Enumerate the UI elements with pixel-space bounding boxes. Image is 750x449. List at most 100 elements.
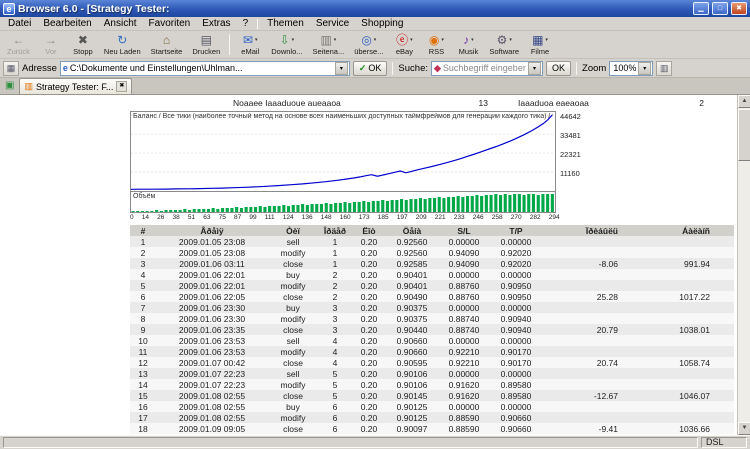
- table-row: 32009.01.06 03:11close10.200.925850.9409…: [130, 258, 734, 269]
- menu-item-service[interactable]: Service: [310, 17, 355, 31]
- table-cell: 0.90660: [490, 423, 542, 434]
- table-cell: 0.90950: [490, 280, 542, 291]
- table-cell: 2009.01.09 09:05: [156, 423, 268, 434]
- scroll-down-button[interactable]: ▼: [738, 422, 750, 435]
- dropdown-arrow-icon[interactable]: ▾: [410, 37, 413, 43]
- dropdown-arrow-icon[interactable]: ▾: [441, 37, 444, 43]
- table-cell: [712, 368, 734, 379]
- close-button[interactable]: ✖: [731, 2, 747, 15]
- zoom-dropdown-arrow[interactable]: ▾: [638, 62, 651, 75]
- table-cell: close: [268, 357, 318, 368]
- table-cell: 2009.01.06 23:30: [156, 313, 268, 324]
- pages-button[interactable]: ▦: [3, 61, 19, 76]
- scrollbar-thumb[interactable]: [738, 109, 750, 161]
- toolbar-button-neu-laden[interactable]: ↻Neu Laden: [99, 32, 146, 57]
- row-number-cell: 17: [130, 412, 156, 423]
- stop-icon: ✖: [78, 34, 88, 47]
- row-number-cell: 1: [130, 236, 156, 247]
- search-combo[interactable]: ◆ ▾: [431, 61, 543, 76]
- menu-item-item[interactable]: ?: [237, 17, 255, 31]
- dropdown-arrow-icon[interactable]: ▾: [334, 37, 337, 43]
- menu-item-shopping[interactable]: Shopping: [355, 17, 409, 31]
- toolbar-button-email[interactable]: ✉▾eMail: [234, 32, 266, 57]
- table-cell: [712, 346, 734, 357]
- table-cell: 2009.01.06 23:30: [156, 302, 268, 313]
- dropdown-arrow-icon[interactable]: ▾: [292, 37, 295, 43]
- toolbar-button-vor[interactable]: →Vor: [35, 32, 67, 57]
- toolbar-button-software[interactable]: ⚙▾Software: [484, 32, 524, 57]
- toolbar-button-downlo[interactable]: ⇩▾Downlo...: [266, 32, 307, 57]
- zoom-combo[interactable]: 100% ▾: [609, 61, 653, 76]
- toolbar-button-rss[interactable]: ◉▾RSS: [420, 32, 452, 57]
- software-icon: ⚙: [497, 34, 508, 47]
- menu-item-datei[interactable]: Datei: [2, 17, 37, 31]
- vertical-scrollbar[interactable]: ▲ ▼: [737, 95, 750, 435]
- balance-line-svg: [131, 112, 555, 191]
- search-input[interactable]: [443, 63, 526, 73]
- table-cell: 0.20: [352, 390, 386, 401]
- table-cell: 2009.01.06 23:53: [156, 346, 268, 357]
- menu-item-extras[interactable]: Extras: [196, 17, 236, 31]
- x-axis-label: 185: [378, 214, 389, 221]
- search-dropdown-arrow[interactable]: ▾: [528, 62, 541, 75]
- address-ok-button[interactable]: ✓OK: [353, 61, 388, 76]
- table-cell: 0.88760: [438, 280, 490, 291]
- titlebar[interactable]: e Browser 6.0 - [Strategy Tester: ▁ □ ✖: [0, 0, 750, 17]
- table-cell: [712, 335, 734, 346]
- scroll-up-button[interactable]: ▲: [738, 95, 750, 108]
- x-axis-label: 294: [549, 214, 560, 221]
- address-input[interactable]: [70, 63, 333, 73]
- search-ok-button[interactable]: OK: [546, 61, 571, 76]
- volume-label: Объём: [133, 193, 155, 200]
- menu-item-bearbeiten[interactable]: Bearbeiten: [37, 17, 97, 31]
- toolbar-button-drucken[interactable]: ▤Drucken: [187, 32, 225, 57]
- row-number-cell: 15: [130, 390, 156, 401]
- table-cell: 0.20: [352, 302, 386, 313]
- toolbar-button-stopp[interactable]: ✖Stopp: [67, 32, 99, 57]
- table-cell: 1058.74: [620, 357, 712, 368]
- table-cell: 0.20: [352, 379, 386, 390]
- tab-close-button[interactable]: ✖: [116, 81, 127, 92]
- toolbar-button-zur-ck[interactable]: ←Zurück: [2, 32, 35, 57]
- dropdown-arrow-icon[interactable]: ▾: [255, 37, 258, 43]
- minimize-button[interactable]: ▁: [693, 2, 709, 15]
- table-cell: 0.00000: [490, 368, 542, 379]
- x-axis-label: 246: [473, 214, 484, 221]
- table-cell: 0.90375: [386, 302, 438, 313]
- table-cell: 0.88760: [438, 291, 490, 302]
- table-cell: [712, 247, 734, 258]
- table-cell: [620, 412, 712, 423]
- table-cell: 2: [318, 291, 352, 302]
- menu-item-ansicht[interactable]: Ansicht: [98, 17, 143, 31]
- toolbar-button-berse[interactable]: ◎▾überse...: [349, 32, 388, 57]
- toolbar-button-seitena[interactable]: ▥▾Seitena...: [308, 32, 350, 57]
- table-cell: [712, 401, 734, 412]
- address-combo[interactable]: e ▾: [60, 61, 350, 76]
- table-cell: buy: [268, 269, 318, 280]
- toolbar-button-ebay[interactable]: ⓔ▾eBay: [388, 32, 420, 57]
- table-row: 132009.01.07 22:23sell50.200.901060.0000…: [130, 368, 734, 379]
- table-cell: 0.94090: [438, 247, 490, 258]
- table-cell: 0.20: [352, 280, 386, 291]
- x-axis-label: 124: [283, 214, 294, 221]
- menu-item-themen[interactable]: Themen: [261, 17, 310, 31]
- toolbar-button-startseite[interactable]: ⌂Startseite: [146, 32, 188, 57]
- x-axis-label: 63: [203, 214, 210, 221]
- dropdown-arrow-icon[interactable]: ▾: [545, 37, 548, 43]
- address-dropdown-arrow[interactable]: ▾: [335, 62, 348, 75]
- new-tab-button[interactable]: ▣: [3, 79, 16, 94]
- maximize-button[interactable]: □: [712, 2, 728, 15]
- panel-button[interactable]: ▥: [656, 61, 672, 76]
- table-cell: 4: [318, 357, 352, 368]
- tab-strategy-tester[interactable]: ▥ Strategy Tester: F... ✖: [19, 78, 132, 94]
- toolbar-button-musik[interactable]: ♪▾Musik: [452, 32, 484, 57]
- dropdown-arrow-icon[interactable]: ▾: [471, 37, 474, 43]
- row-number-cell: 4: [130, 269, 156, 280]
- toolbar-button-filme[interactable]: ▦▾Filme: [524, 32, 556, 57]
- dropdown-arrow-icon[interactable]: ▾: [374, 37, 377, 43]
- rss-icon: ◉: [429, 34, 439, 47]
- table-cell: buy: [268, 401, 318, 412]
- dropdown-arrow-icon[interactable]: ▾: [509, 37, 512, 43]
- table-cell: [620, 379, 712, 390]
- menu-item-favoriten[interactable]: Favoriten: [143, 17, 197, 31]
